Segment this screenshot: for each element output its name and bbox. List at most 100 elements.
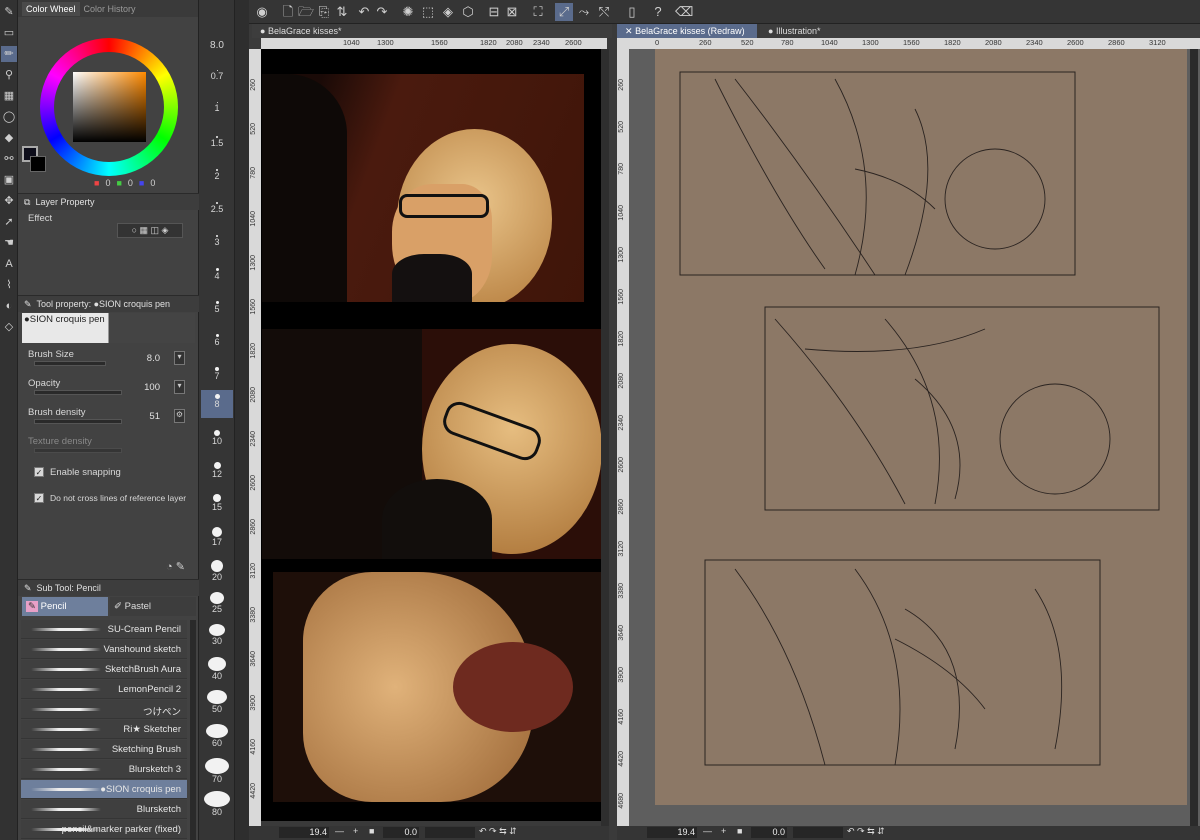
rotate-icons[interactable]: ↶ ↷ ⇆ ⇵ <box>479 826 517 837</box>
brush-item[interactable]: Blursketch 3 <box>21 760 187 779</box>
select-rect-icon[interactable]: ▭ <box>1 25 17 41</box>
move-icon[interactable]: ✥ <box>1 193 17 209</box>
tool-property-footer-icons[interactable]: ◔ ✎ <box>166 560 185 573</box>
brush-item[interactable]: つけペン <box>21 700 187 719</box>
close-tab-icon[interactable]: ✕ <box>625 26 633 36</box>
size-17[interactable]: 17 <box>201 527 233 547</box>
size-8-selected[interactable]: 8 <box>201 390 233 418</box>
subtool-tab-pastel[interactable]: ✐ Pastel <box>110 597 196 616</box>
dropper-icon[interactable]: ⚲ <box>1 67 17 83</box>
frame-icon[interactable]: ▣ <box>1 172 17 188</box>
brush-size-toggle[interactable]: ▾ <box>174 351 185 365</box>
brush-item[interactable]: Ri★ Sketcher <box>21 720 187 739</box>
zoom-in-icon[interactable]: + <box>721 826 726 836</box>
new-file-icon[interactable]: 🗋 <box>279 3 297 21</box>
left-angle-slider[interactable] <box>425 827 475 838</box>
pen-icon[interactable]: ✎ <box>1 4 17 20</box>
fill-icon[interactable]: ◆ <box>1 130 17 146</box>
no-cross-checkbox[interactable]: ✓ <box>34 493 44 503</box>
fit-icon[interactable]: ■ <box>737 826 742 836</box>
loading-icon[interactable]: ✺ <box>399 3 417 21</box>
size-0.7[interactable]: 0.7 <box>201 70 233 81</box>
size-1.5[interactable]: 1.5 <box>201 136 233 148</box>
save-icon[interactable]: ⎘ <box>315 3 333 21</box>
brush-density-toggle[interactable]: ⚙ <box>174 409 185 423</box>
brush-item[interactable]: Vanshound sketch <box>21 640 187 659</box>
size-7[interactable]: 7 <box>201 367 233 381</box>
right-zoom-value[interactable]: 19.4 <box>647 827 697 838</box>
special-ruler-icon[interactable]: ⤳ <box>575 3 593 21</box>
undo-icon[interactable]: ↶ <box>355 3 373 21</box>
tab-belagrace-kisses[interactable]: ● BelaGrace kisses* <box>252 24 612 38</box>
size-5[interactable]: 5 <box>201 301 233 314</box>
export-icon[interactable]: ⇅ <box>333 3 351 21</box>
invert-icon[interactable]: ⊠ <box>503 3 521 21</box>
size-3[interactable]: 3 <box>201 235 233 247</box>
brush-item-selected[interactable]: ●SION croquis pen <box>21 780 187 799</box>
size-10[interactable]: 10 <box>201 430 233 446</box>
color-square[interactable] <box>73 72 146 142</box>
size-50[interactable]: 50 <box>201 690 233 714</box>
enable-snapping-checkbox[interactable]: ✓ <box>34 467 44 477</box>
deselect-icon[interactable]: ⊟ <box>485 3 503 21</box>
size-20[interactable]: 20 <box>201 560 233 582</box>
right-angle-slider[interactable] <box>793 827 843 838</box>
fill-layer-icon[interactable]: ◈ <box>439 3 457 21</box>
canvas-belagrace-kisses[interactable] <box>261 49 602 821</box>
operation-icon[interactable]: ➚ <box>1 214 17 230</box>
grid-snap-icon[interactable]: ⤲ <box>595 3 613 21</box>
right-angle-value[interactable]: 0.0 <box>751 827 787 838</box>
open-icon[interactable]: 🗁 <box>297 3 315 21</box>
app-icon[interactable]: ◉ <box>253 3 271 21</box>
blend-icon[interactable]: ◐ <box>1 298 17 314</box>
brush-item[interactable]: pencil&marker parker (fixed) <box>21 820 187 839</box>
size-4[interactable]: 4 <box>201 268 233 281</box>
left-angle-value[interactable]: 0.0 <box>383 827 419 838</box>
tab-redraw[interactable]: ✕ BelaGrace kisses (Redraw) <box>617 24 757 38</box>
opacity-toggle[interactable]: ▾ <box>174 380 185 394</box>
brush-density-value[interactable]: 51 <box>138 411 160 422</box>
zoom-in-icon[interactable]: + <box>353 826 358 836</box>
color-history-tab[interactable]: Color History <box>84 4 136 14</box>
size-60[interactable]: 60 <box>201 724 233 748</box>
eraser-top-icon[interactable]: ⌫ <box>675 3 693 21</box>
size-40[interactable]: 40 <box>201 657 233 681</box>
left-zoom-value[interactable]: 19.4 <box>279 827 329 838</box>
redo-icon[interactable]: ↷ <box>373 3 391 21</box>
sub-color-swatch[interactable] <box>30 156 46 172</box>
size-30[interactable]: 30 <box>201 624 233 646</box>
size-70[interactable]: 70 <box>201 758 233 784</box>
gradient-icon[interactable]: ▦ <box>1 88 17 104</box>
left-canvas-scrollbar[interactable] <box>601 49 609 826</box>
color-wheel-tab[interactable]: Color Wheel <box>22 1 80 16</box>
opacity-value[interactable]: 100 <box>138 382 160 393</box>
size-1[interactable]: 1 <box>201 102 233 113</box>
transform-icon[interactable]: ⬡ <box>459 3 477 21</box>
text-icon[interactable]: A <box>1 256 17 272</box>
brush-item[interactable]: Blursketch <box>21 800 187 819</box>
brush-item[interactable]: Sketching Brush <box>21 740 187 759</box>
brush-size-value[interactable]: 8.0 <box>138 353 160 364</box>
ruler-snap-icon[interactable]: ⤢ <box>555 3 573 21</box>
palette-collapse-bar[interactable] <box>235 0 249 840</box>
effect-buttons[interactable]: ○ ▦ ◫ ◈ <box>117 223 183 238</box>
lasso-icon[interactable]: ◯ <box>1 109 17 125</box>
size-12[interactable]: 12 <box>201 462 233 479</box>
clear-icon[interactable]: ⬚ <box>419 3 437 21</box>
size-25[interactable]: 25 <box>201 592 233 614</box>
pencil-icon[interactable]: ✏ <box>1 46 17 62</box>
subtool-tab-pencil[interactable]: ✎ Pencil <box>22 597 108 616</box>
eraser-icon[interactable]: ◇ <box>1 319 17 335</box>
brush-item[interactable]: SketchBrush Aura <box>21 660 187 679</box>
fit-icon[interactable]: ■ <box>369 826 374 836</box>
size-2[interactable]: 2 <box>201 169 233 181</box>
size-80[interactable]: 80 <box>201 791 233 817</box>
hand-icon[interactable]: ☚ <box>1 235 17 251</box>
brush-item[interactable]: SU-Cream Pencil <box>21 620 187 639</box>
device-icon[interactable]: ▯ <box>623 3 641 21</box>
opacity-slider[interactable] <box>34 390 122 395</box>
tab-illustration[interactable]: ● Illustration* <box>760 24 1200 38</box>
rotate-icons[interactable]: ↶ ↷ ⇆ ⇵ <box>847 826 885 837</box>
size-6[interactable]: 6 <box>201 334 233 347</box>
help-icon[interactable]: ? <box>649 3 667 21</box>
